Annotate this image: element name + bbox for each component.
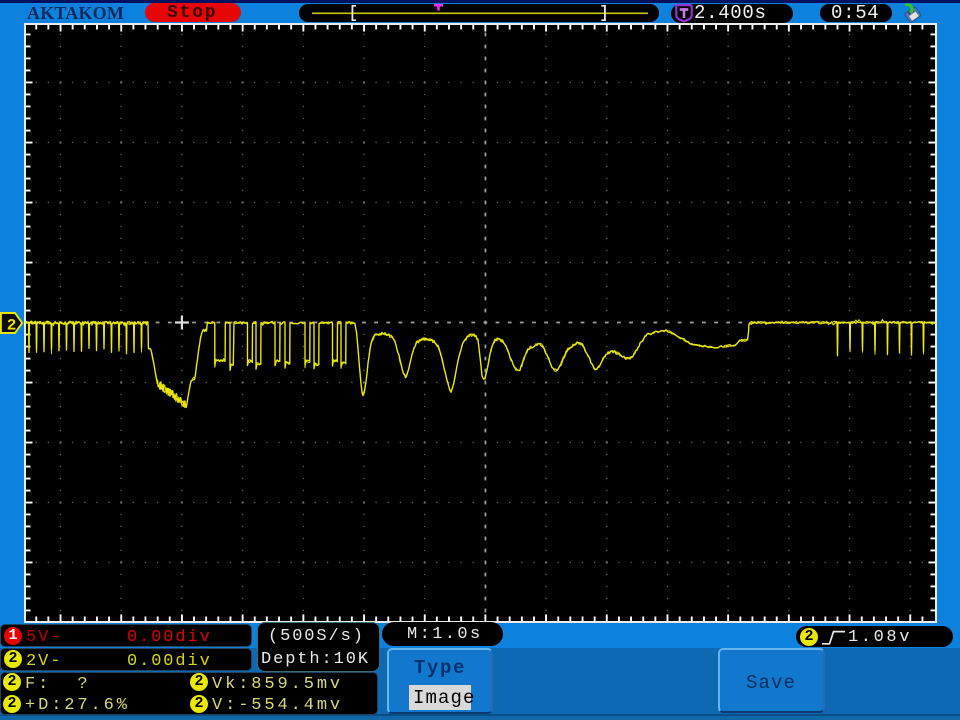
svg-text:2: 2 (7, 316, 17, 334)
